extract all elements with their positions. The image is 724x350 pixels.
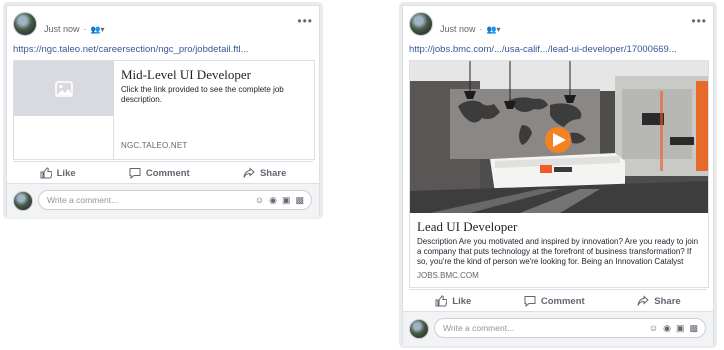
post-card: Just now · 👥▾ ••• http://jobs.bmc.com/..… [402, 5, 714, 346]
post-meta: Just now · 👥▾ [44, 24, 105, 34]
preview-domain: NGC.TALEO.NET [121, 141, 188, 150]
post-link[interactable]: https://ngc.taleo.net/careersection/ngc_… [13, 44, 313, 55]
action-bar: Like Comment Share [409, 289, 707, 312]
comment-icon [129, 168, 141, 179]
like-icon [435, 295, 448, 307]
emoji-icon[interactable]: ☺ [255, 195, 264, 205]
comment-composer: Write a comment... ☺ ◉ ▣ ▩ [403, 311, 713, 346]
link-preview[interactable]: Mid-Level UI Developer Click the link pr… [13, 60, 315, 160]
comment-label: Comment [145, 167, 190, 179]
camera-icon[interactable]: ◉ [663, 323, 671, 333]
comment-placeholder: Write a comment... [443, 323, 515, 333]
avatar[interactable] [13, 191, 33, 211]
like-button[interactable]: Like [40, 167, 76, 179]
thumb-blank [14, 116, 114, 159]
post-header: Just now · 👥▾ ••• [409, 12, 707, 42]
share-button[interactable]: Share [637, 295, 681, 307]
dot-separator: · [479, 24, 483, 34]
preview-title: Mid-Level UI Developer [121, 67, 251, 82]
dot-separator: · [83, 24, 87, 34]
avatar[interactable] [13, 12, 37, 36]
preview-description: Description Are you motivated and inspir… [417, 237, 699, 266]
sticker-icon[interactable]: ▩ [295, 195, 304, 205]
like-icon [40, 167, 52, 179]
timestamp[interactable]: Just now [440, 24, 476, 34]
preview-domain: JOBS.BMC.COM [417, 271, 479, 280]
comment-button[interactable]: Comment [524, 295, 585, 307]
emoji-icon[interactable]: ☺ [649, 323, 658, 333]
camera-icon[interactable]: ◉ [269, 195, 277, 205]
more-options-icon[interactable]: ••• [297, 14, 313, 28]
post-meta: Just now · 👥▾ [440, 24, 501, 34]
image-placeholder-icon [14, 61, 114, 116]
more-options-icon[interactable]: ••• [691, 14, 707, 28]
timestamp[interactable]: Just now [44, 24, 80, 34]
sticker-icon[interactable]: ▩ [689, 323, 698, 333]
preview-title: Lead UI Developer [417, 219, 518, 234]
post-link[interactable]: http://jobs.bmc.com/.../usa-calif.../lea… [409, 44, 707, 55]
like-button[interactable]: Like [435, 295, 471, 307]
preview-description: Click the link provided to see the compl… [121, 85, 284, 104]
gif-icon[interactable]: ▣ [282, 195, 291, 205]
comment-composer: Write a comment... ☺ ◉ ▣ ▩ [7, 183, 319, 218]
comment-placeholder: Write a comment... [47, 195, 119, 205]
action-bar: Like Comment Share [13, 161, 313, 184]
comment-input[interactable]: Write a comment... ☺ ◉ ▣ ▩ [434, 318, 706, 338]
share-label: Share [259, 167, 287, 179]
like-label: Like [56, 167, 76, 179]
post-header: Just now · 👥▾ ••• [13, 12, 313, 42]
link-preview[interactable]: Lead UI Developer Description Are you mo… [409, 60, 709, 288]
comment-icon [524, 296, 536, 307]
comment-input[interactable]: Write a comment... ☺ ◉ ▣ ▩ [38, 190, 312, 210]
preview-image [410, 61, 708, 213]
friends-icon[interactable]: 👥▾ [91, 25, 105, 34]
share-label: Share [654, 295, 681, 307]
comment-button[interactable]: Comment [129, 167, 190, 179]
share-button[interactable]: Share [243, 167, 286, 179]
share-icon [637, 295, 650, 306]
avatar[interactable] [409, 12, 433, 36]
share-icon [243, 167, 255, 178]
avatar[interactable] [409, 319, 429, 339]
friends-icon[interactable]: 👥▾ [487, 25, 501, 34]
like-label: Like [452, 295, 472, 307]
comment-label: Comment [540, 295, 585, 307]
gif-icon[interactable]: ▣ [676, 323, 685, 333]
post-card: Just now · 👥▾ ••• https://ngc.taleo.net/… [6, 5, 320, 218]
